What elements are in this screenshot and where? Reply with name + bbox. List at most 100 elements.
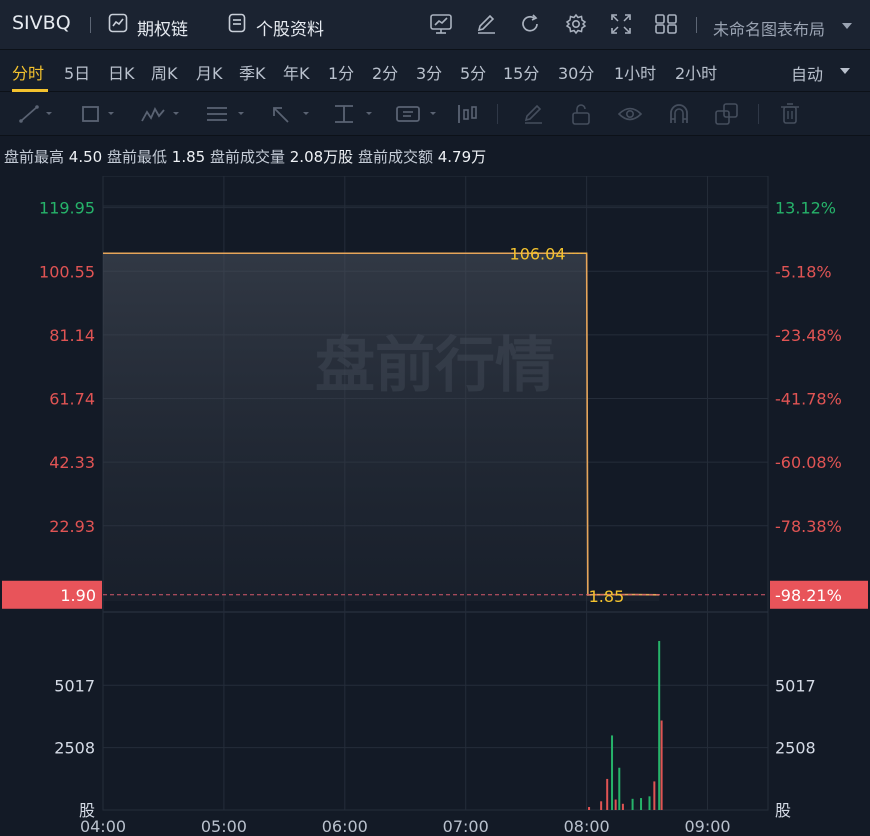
- period-tab[interactable]: 日K: [108, 60, 135, 84]
- price-tick-label: 119.95: [39, 199, 95, 218]
- period-tab[interactable]: 年K: [283, 60, 310, 84]
- volume-bar: [600, 801, 603, 810]
- price-tick-label: 42.33: [49, 453, 95, 472]
- percent-tick-label: -5.18%: [775, 262, 832, 281]
- premarket-volume-value: 2.08万股: [289, 148, 354, 166]
- document-icon[interactable]: [228, 13, 246, 33]
- volume-bar: [640, 798, 643, 810]
- min-price-label: 1.85: [589, 587, 625, 606]
- fibonacci-tool-icon[interactable]: [205, 104, 245, 124]
- rectangle-tool-icon[interactable]: [80, 104, 114, 124]
- volume-bar: [621, 803, 624, 810]
- volume-bar: [653, 781, 656, 810]
- premarket-amount-value: 4.79万: [437, 148, 487, 166]
- edit-pencil-icon[interactable]: [522, 104, 544, 124]
- premarket-high-label: 盘前最高: [4, 148, 65, 166]
- pattern-tool-icon[interactable]: [140, 104, 180, 124]
- volume-bar: [658, 640, 661, 810]
- percent-tick-label: -23.48%: [775, 326, 842, 345]
- percent-tick-label: 13.12%: [775, 199, 836, 218]
- period-tab[interactable]: 5分: [460, 60, 486, 84]
- volume-unit-label: 股: [775, 801, 791, 820]
- period-tab[interactable]: 2小时: [675, 60, 717, 84]
- price-chart[interactable]: 盘前行情106.041.85119.9513.12%100.55-5.18%81…: [0, 176, 870, 836]
- magnet-icon[interactable]: [668, 104, 690, 124]
- period-tab[interactable]: 30分: [558, 60, 594, 84]
- period-bar: 分时 5日 日K 周K 月K 季K 年K 1分 2分 3分 5分 15分 30分 1小时 2小时 自动: [0, 50, 870, 92]
- price-tick-label: 81.14: [49, 326, 95, 345]
- arrow-tool-icon[interactable]: [270, 104, 310, 124]
- refresh-icon[interactable]: [520, 14, 542, 34]
- percent-tick-label: -41.78%: [775, 390, 842, 409]
- period-tab[interactable]: 5日: [64, 60, 90, 84]
- time-tick-label: 09:00: [684, 817, 730, 836]
- premarket-low-value: 1.85: [171, 148, 206, 166]
- unlock-icon[interactable]: [570, 103, 592, 125]
- chart-chain-icon[interactable]: [108, 13, 128, 33]
- volume-bar: [606, 778, 609, 810]
- draw-pencil-icon[interactable]: [475, 14, 497, 34]
- ticker-symbol[interactable]: SIVBQ: [12, 12, 71, 34]
- volume-bar: [614, 799, 617, 810]
- volume-bar: [611, 735, 614, 810]
- caret-down-icon[interactable]: [840, 68, 850, 74]
- candle-tool-icon[interactable]: [456, 104, 482, 124]
- caret-down-icon[interactable]: [842, 23, 852, 29]
- volume-tick-label: 2508: [775, 739, 816, 758]
- period-tab[interactable]: 3分: [416, 60, 442, 84]
- top-bar: SIVBQ 期权链 个股资料 未命名图表布局: [0, 0, 870, 50]
- volume-tick-label: 5017: [775, 676, 816, 695]
- current-percent-value: -98.21%: [775, 586, 842, 605]
- settings-gear-icon[interactable]: [565, 13, 587, 35]
- volume-tick-label: 5017: [54, 676, 95, 695]
- time-tick-label: 07:00: [443, 817, 489, 836]
- percent-tick-label: -60.08%: [775, 453, 842, 472]
- percent-tick-label: -78.38%: [775, 517, 842, 536]
- period-tab[interactable]: 1小时: [614, 60, 656, 84]
- trend-line-icon[interactable]: [18, 104, 52, 124]
- divider: [497, 104, 498, 124]
- price-tick-label: 100.55: [39, 262, 95, 281]
- period-tab[interactable]: 15分: [503, 60, 539, 84]
- premarket-volume-label: 盘前成交量: [209, 148, 285, 166]
- eye-icon[interactable]: [618, 105, 642, 123]
- period-tab[interactable]: 1分: [328, 60, 354, 84]
- divider: [696, 17, 697, 33]
- text-tool-icon[interactable]: [395, 104, 437, 124]
- period-tab[interactable]: 月K: [196, 60, 223, 84]
- max-price-label: 106.04: [510, 244, 566, 263]
- premarket-stats: 盘前最高 4.50 盘前最低 1.85 盘前成交量 2.08万股 盘前成交额 4…: [0, 136, 870, 176]
- time-tick-label: 08:00: [564, 817, 610, 836]
- premarket-low-label: 盘前最低: [106, 148, 167, 166]
- period-tab[interactable]: 周K: [151, 60, 178, 84]
- volume-tick-label: 2508: [54, 739, 95, 758]
- clone-icon[interactable]: [715, 103, 739, 125]
- auto-scale-dropdown[interactable]: 自动: [791, 61, 823, 85]
- premarket-high-value: 4.50: [68, 148, 103, 166]
- measure-tool-icon[interactable]: [333, 104, 373, 124]
- time-tick-label: 05:00: [201, 817, 247, 836]
- options-chain-button[interactable]: 期权链: [137, 15, 188, 40]
- current-price-value: 1.90: [60, 586, 96, 605]
- period-tab[interactable]: 分时: [12, 60, 44, 84]
- layout-name-dropdown[interactable]: 未命名图表布局: [713, 16, 825, 40]
- volume-bar: [631, 798, 634, 810]
- volume-bar: [588, 807, 591, 810]
- stock-profile-button[interactable]: 个股资料: [256, 15, 324, 40]
- volume-bar: [618, 767, 621, 810]
- drawing-toolbar: [0, 92, 870, 136]
- price-area: [103, 253, 660, 601]
- grid-layout-icon[interactable]: [655, 14, 677, 34]
- premarket-amount-label: 盘前成交额: [357, 148, 433, 166]
- period-tab[interactable]: 2分: [372, 60, 398, 84]
- fullscreen-icon[interactable]: [610, 14, 632, 34]
- volume-bar: [648, 796, 651, 810]
- trash-icon[interactable]: [780, 103, 800, 125]
- divider: [758, 104, 759, 124]
- price-tick-label: 22.93: [49, 517, 95, 536]
- volume-bar: [660, 720, 663, 810]
- price-tick-label: 61.74: [49, 390, 95, 409]
- divider: [90, 17, 91, 33]
- period-tab[interactable]: 季K: [239, 60, 266, 84]
- indicator-icon[interactable]: [430, 14, 452, 34]
